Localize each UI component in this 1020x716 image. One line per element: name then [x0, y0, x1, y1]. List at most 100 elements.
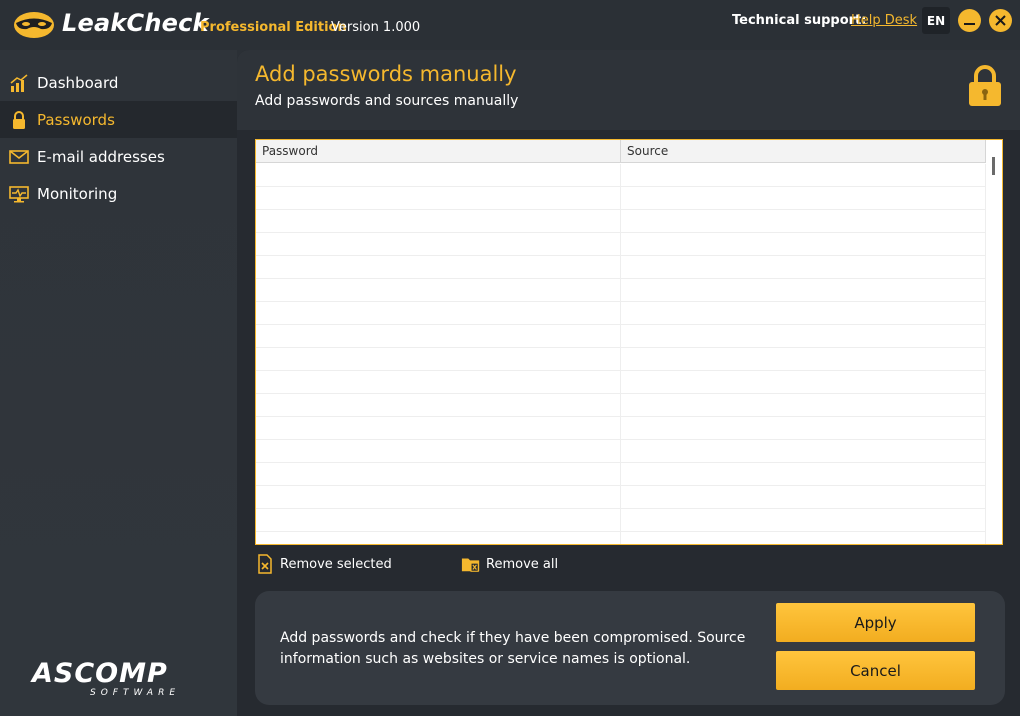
- table-scrollbar[interactable]: [986, 140, 1002, 544]
- language-button[interactable]: EN: [922, 7, 950, 34]
- sidebar-item-email-addresses[interactable]: E-mail addresses: [0, 138, 237, 175]
- password-cell[interactable]: [256, 509, 621, 531]
- password-cell[interactable]: [256, 486, 621, 508]
- remove-file-icon: [255, 553, 275, 575]
- app-version: Version 1.000: [331, 20, 421, 35]
- help-desk-link[interactable]: Help Desk: [851, 13, 917, 28]
- source-cell[interactable]: [621, 509, 986, 531]
- source-cell[interactable]: [621, 233, 986, 255]
- table-header: Password Source: [256, 140, 986, 163]
- page-header: Add passwords manually Add passwords and…: [237, 50, 1020, 130]
- info-text: Add passwords and check if they have bee…: [280, 630, 746, 667]
- password-cell[interactable]: [256, 371, 621, 393]
- table-row[interactable]: [256, 371, 986, 394]
- remove-all-folder-icon: [461, 553, 481, 575]
- table-row[interactable]: [256, 164, 986, 187]
- table-row[interactable]: [256, 302, 986, 325]
- source-cell[interactable]: [621, 256, 986, 278]
- table-row[interactable]: [256, 233, 986, 256]
- table-body[interactable]: [256, 164, 986, 544]
- table-row[interactable]: [256, 509, 986, 532]
- sidebar-item-dashboard[interactable]: Dashboard: [0, 64, 237, 101]
- minimize-icon: [964, 23, 975, 25]
- remove-selected-button[interactable]: Remove selected: [255, 553, 392, 575]
- support-label: Technical support:: [732, 13, 867, 28]
- column-header-password[interactable]: Password: [256, 140, 621, 163]
- table-row[interactable]: [256, 394, 986, 417]
- password-cell[interactable]: [256, 164, 621, 186]
- password-cell[interactable]: [256, 394, 621, 416]
- source-cell[interactable]: [621, 440, 986, 462]
- table-row[interactable]: [256, 187, 986, 210]
- column-header-source[interactable]: Source: [621, 140, 986, 163]
- source-cell[interactable]: [621, 187, 986, 209]
- app-name: LeakCheck: [62, 9, 209, 37]
- close-button[interactable]: [989, 9, 1012, 32]
- page-subtitle: Add passwords and sources manually: [255, 93, 519, 109]
- password-cell[interactable]: [256, 302, 621, 324]
- table-row[interactable]: [256, 417, 986, 440]
- password-cell[interactable]: [256, 187, 621, 209]
- page-title: Add passwords manually: [255, 62, 517, 86]
- sidebar-item-label: Dashboard: [37, 73, 119, 92]
- source-cell[interactable]: [621, 302, 986, 324]
- password-cell[interactable]: [256, 348, 621, 370]
- cancel-button[interactable]: Cancel: [776, 651, 975, 690]
- svg-text:ASCOMP: ASCOMP: [30, 658, 168, 689]
- bar-chart-icon: [9, 73, 29, 93]
- source-cell[interactable]: [621, 371, 986, 393]
- title-bar: LeakCheck Professional Edition Version 1…: [0, 0, 1020, 50]
- source-cell[interactable]: [621, 164, 986, 186]
- source-cell[interactable]: [621, 325, 986, 347]
- main-panel: Add passwords manually Add passwords and…: [237, 50, 1020, 716]
- remove-all-label: Remove all: [486, 556, 559, 572]
- envelope-icon: [9, 147, 29, 167]
- sidebar-item-passwords[interactable]: Passwords: [0, 101, 237, 138]
- password-cell[interactable]: [256, 279, 621, 301]
- thief-mask-logo-icon: [14, 12, 54, 38]
- source-cell[interactable]: [621, 417, 986, 439]
- source-cell[interactable]: [621, 348, 986, 370]
- sidebar-item-label: E-mail addresses: [37, 147, 165, 166]
- source-cell[interactable]: [621, 279, 986, 301]
- password-cell[interactable]: [256, 417, 621, 439]
- table-row[interactable]: [256, 325, 986, 348]
- password-cell[interactable]: [256, 256, 621, 278]
- ascomp-software-logo: ASCOMP SOFTWARE: [30, 658, 180, 698]
- sidebar-item-label: Passwords: [37, 110, 115, 129]
- table-row[interactable]: [256, 348, 986, 371]
- source-cell[interactable]: [621, 486, 986, 508]
- app-edition: Professional Edition: [200, 20, 347, 35]
- monitor-icon: [9, 184, 29, 204]
- table-row[interactable]: [256, 486, 986, 509]
- sidebar-item-monitoring[interactable]: Monitoring: [0, 175, 237, 212]
- remove-all-button[interactable]: Remove all: [461, 553, 558, 575]
- info-card: Add passwords and check if they have bee…: [255, 591, 1005, 705]
- password-cell[interactable]: [256, 233, 621, 255]
- svg-text:SOFTWARE: SOFTWARE: [90, 688, 180, 698]
- password-cell[interactable]: [256, 463, 621, 485]
- apply-button[interactable]: Apply: [776, 603, 975, 642]
- table-row[interactable]: [256, 256, 986, 279]
- source-cell[interactable]: [621, 532, 986, 544]
- password-cell[interactable]: [256, 325, 621, 347]
- table-row[interactable]: [256, 463, 986, 486]
- table-row[interactable]: [256, 440, 986, 463]
- scrollbar-thumb[interactable]: [992, 157, 995, 175]
- close-icon: [995, 15, 1006, 26]
- minimize-button[interactable]: [958, 9, 981, 32]
- lock-icon: [969, 65, 1001, 106]
- source-cell[interactable]: [621, 210, 986, 232]
- table-row[interactable]: [256, 532, 986, 544]
- sidebar: Dashboard Passwords E-mail addresses Mon…: [0, 50, 237, 716]
- source-cell[interactable]: [621, 394, 986, 416]
- passwords-table[interactable]: Password Source: [255, 139, 1003, 545]
- sidebar-item-label: Monitoring: [37, 184, 118, 203]
- lock-icon: [9, 110, 29, 130]
- source-cell[interactable]: [621, 463, 986, 485]
- password-cell[interactable]: [256, 440, 621, 462]
- table-row[interactable]: [256, 279, 986, 302]
- password-cell[interactable]: [256, 210, 621, 232]
- table-row[interactable]: [256, 210, 986, 233]
- password-cell[interactable]: [256, 532, 621, 544]
